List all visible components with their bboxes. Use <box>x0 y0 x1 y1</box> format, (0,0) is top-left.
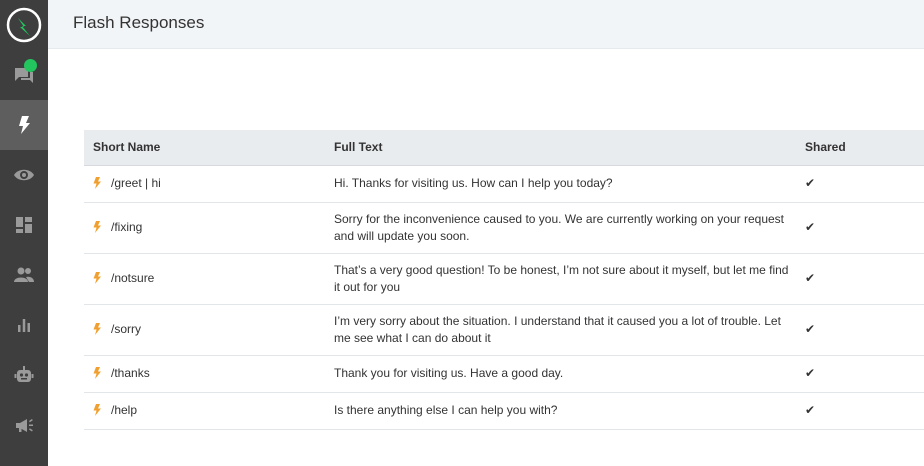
nav-item-campaigns[interactable] <box>0 400 48 450</box>
nav-item-reports[interactable] <box>0 300 48 350</box>
short-name: /greet | hi <box>111 176 161 190</box>
nav-item-contacts[interactable] <box>0 250 48 300</box>
bolt-icon <box>93 403 101 416</box>
nav-item-monitor[interactable] <box>0 150 48 200</box>
table-row[interactable]: /fixing Sorry for the inconvenience caus… <box>84 202 924 254</box>
short-name: /notsure <box>111 271 155 285</box>
checkmark-icon: ✔ <box>805 322 816 337</box>
sidebar <box>0 0 48 466</box>
eye-icon <box>14 169 34 181</box>
bar-chart-icon <box>18 319 30 332</box>
page-header: Flash Responses <box>48 0 924 49</box>
checkmark-icon: ✔ <box>805 403 816 418</box>
column-header-shared[interactable]: Shared <box>804 130 924 166</box>
table-row[interactable]: /greet | hi Hi. Thanks for visiting us. … <box>84 165 924 203</box>
bot-icon <box>14 366 34 382</box>
nav-item-chats[interactable] <box>0 50 48 100</box>
megaphone-icon <box>16 419 33 432</box>
short-name: /fixing <box>111 220 143 234</box>
people-icon <box>14 267 34 282</box>
bolt-icon <box>93 322 101 335</box>
table-row[interactable]: /help Is there anything else I can help … <box>84 392 924 430</box>
bolt-icon <box>93 176 101 189</box>
table-row[interactable]: /sorry I’m very sorry about the situatio… <box>84 304 924 356</box>
nav-item-flash-responses[interactable] <box>0 100 48 150</box>
dashboard-icon <box>16 217 32 233</box>
bolt-icon <box>93 271 101 284</box>
column-header-full-text[interactable]: Full Text <box>333 130 804 166</box>
checkmark-icon: ✔ <box>805 220 816 235</box>
full-text: I’m very sorry about the situation. I un… <box>333 304 804 356</box>
checkmark-icon: ✔ <box>805 366 816 381</box>
checkmark-icon: ✔ <box>805 271 816 286</box>
table-row[interactable]: /notsure That’s a very good question! To… <box>84 253 924 305</box>
full-text: Is there anything else I can help you wi… <box>333 392 804 430</box>
page-title: Flash Responses <box>73 13 205 32</box>
full-text: That’s a very good question! To be hones… <box>333 253 804 305</box>
short-name: /thanks <box>111 366 150 380</box>
nav-item-dashboard[interactable] <box>0 200 48 250</box>
bolt-icon <box>19 116 30 134</box>
short-name: /help <box>111 403 138 417</box>
logo-icon <box>6 7 42 43</box>
short-name: /sorry <box>111 322 141 336</box>
notification-badge <box>24 59 37 72</box>
nav-item-bots[interactable] <box>0 350 48 400</box>
bolt-icon <box>93 220 101 233</box>
table-row[interactable]: /thanks Thank you for visiting us. Have … <box>84 355 924 393</box>
checkmark-icon: ✔ <box>805 176 816 191</box>
full-text: Sorry for the inconvenience caused to yo… <box>333 202 804 254</box>
bolt-icon <box>93 366 101 379</box>
full-text: Thank you for visiting us. Have a good d… <box>333 355 804 393</box>
app-logo[interactable] <box>5 6 43 44</box>
flash-responses-table: Short Name Full Text Shared /greet | hi … <box>84 130 924 430</box>
full-text: Hi. Thanks for visiting us. How can I he… <box>333 165 804 203</box>
column-header-short-name[interactable]: Short Name <box>84 130 333 166</box>
table-header-row: Short Name Full Text Shared <box>84 130 924 166</box>
